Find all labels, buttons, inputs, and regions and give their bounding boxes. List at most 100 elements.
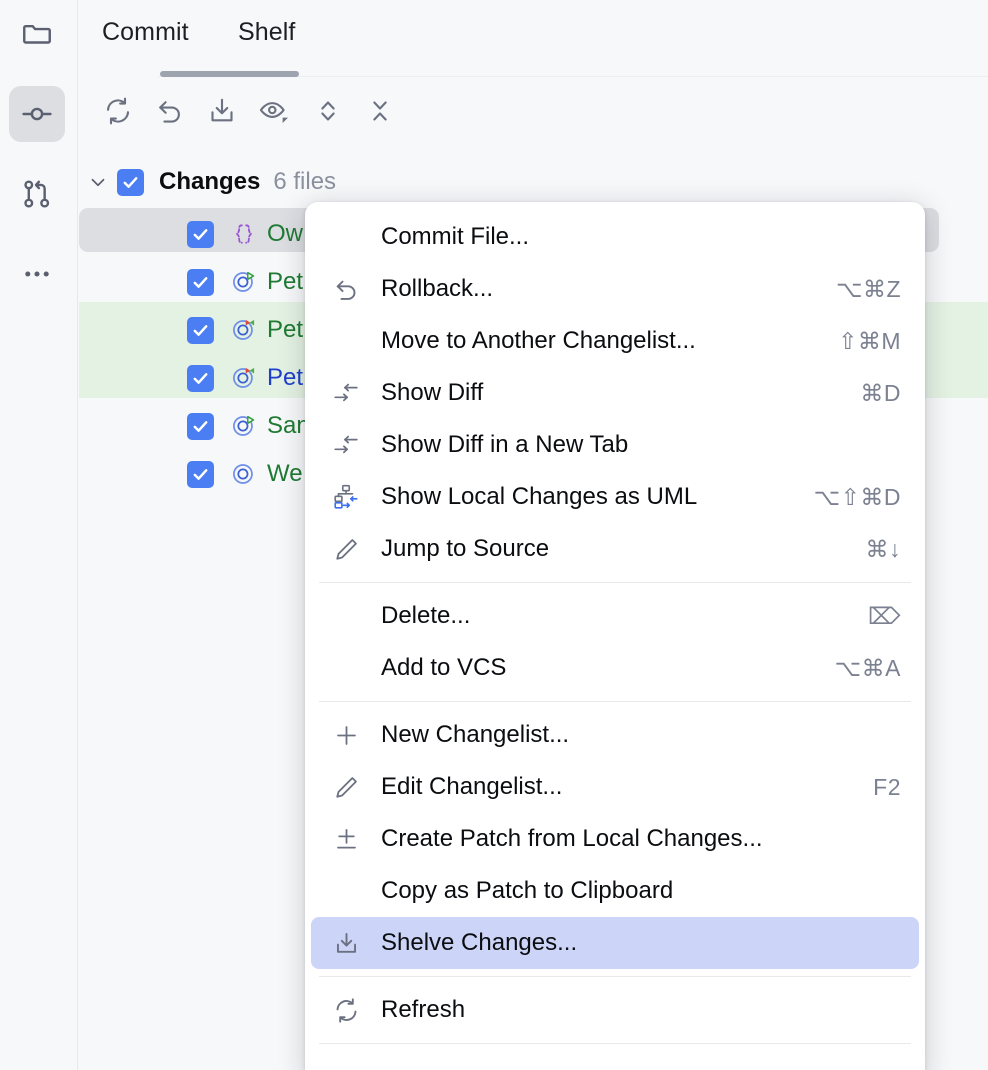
folder-icon [20, 17, 54, 51]
menu-item-shortcut: ⌘D [860, 379, 901, 406]
menu-copy-as-patch[interactable]: Copy as Patch to Clipboard [311, 865, 919, 917]
menu-item-label: Rollback... [381, 275, 494, 302]
menu-item-label: Refresh [381, 996, 466, 1023]
menu-move-to-another-changelist[interactable]: Move to Another Changelist... ⇧⌘M [311, 315, 919, 367]
patch-icon [325, 826, 367, 853]
menu-item-label: Shelve Changes... [381, 929, 578, 956]
diff-icon [325, 379, 367, 407]
tab-active-indicator [160, 71, 299, 77]
changes-root-label: Changes [159, 168, 261, 195]
shelve-silently-button[interactable] [199, 90, 245, 136]
chevron-down-icon[interactable] [79, 160, 117, 204]
menu-item-shortcut: ⇧⌘M [838, 327, 901, 354]
menu-item-label: Edit Changelist... [381, 773, 563, 800]
menu-item-label: Copy as Patch to Clipboard [381, 877, 674, 904]
file-checkbox[interactable] [187, 316, 214, 344]
refresh-changes-button[interactable] [95, 90, 141, 136]
menu-item-shortcut: ⌥⌘Z [835, 275, 901, 302]
menu-refresh[interactable]: Refresh [311, 984, 919, 1036]
menu-item-label: Move to Another Changelist... [381, 327, 696, 354]
menu-item-shortcut: ⌥⇧⌘D [813, 483, 901, 510]
rollback-button[interactable] [147, 90, 193, 136]
file-checkbox[interactable] [187, 268, 214, 296]
rail-item-pull-requests[interactable] [9, 166, 65, 222]
menu-separator-4 [319, 1043, 911, 1044]
menu-create-patch[interactable]: Create Patch from Local Changes... [311, 813, 919, 865]
refresh-icon [325, 997, 367, 1024]
pencil-icon [325, 774, 367, 801]
collapse-all-icon [365, 96, 395, 131]
menu-jump-to-source[interactable]: Jump to Source ⌘↓ [311, 523, 919, 575]
menu-item-label: New Changelist... [381, 721, 570, 748]
tab-shelf[interactable]: Shelf [238, 18, 295, 47]
menu-item-shortcut: ⌦ [867, 602, 901, 629]
menu-separator-3 [319, 976, 911, 977]
context-menu: Commit File... Rollback... ⌥⌘Z Move to A… [305, 202, 925, 1070]
menu-delete[interactable]: Delete... ⌦ [311, 590, 919, 642]
changes-root-node[interactable]: Changes 6 files [79, 160, 988, 204]
expand-collapse-button[interactable] [305, 90, 351, 136]
menu-separator-1 [319, 582, 911, 583]
changes-root-checkbox[interactable] [117, 168, 144, 196]
menu-commit-file[interactable]: Commit File... [311, 211, 919, 263]
menu-item-label: Show Diff in a New Tab [381, 431, 629, 458]
file-name: Pet [267, 364, 304, 391]
rail-item-commit[interactable] [9, 86, 65, 142]
plus-icon [325, 722, 367, 749]
menu-new-changelist[interactable]: New Changelist... [311, 709, 919, 761]
file-name: Pet [267, 268, 304, 295]
tab-commit[interactable]: Commit [102, 18, 189, 47]
pencil-icon [325, 536, 367, 563]
class-run-icon [227, 265, 261, 299]
class-modified-icon [227, 313, 261, 347]
menu-item-shortcut: ⌘↓ [865, 535, 901, 562]
menu-show-local-changes-as-uml[interactable]: Show Local Changes as UML ⌥⇧⌘D [311, 471, 919, 523]
menu-item-label: Show Diff [381, 379, 484, 406]
menu-item-label: Add to VCS [381, 654, 507, 681]
json-file-icon [227, 217, 261, 251]
file-checkbox[interactable] [187, 364, 214, 392]
changes-file-count: 6 files [273, 168, 337, 195]
uml-icon [325, 483, 367, 511]
rollback-icon [155, 96, 185, 131]
menu-add-to-vcs[interactable]: Add to VCS ⌥⌘A [311, 642, 919, 694]
class-modified-icon [227, 361, 261, 395]
menu-item-shortcut: F2 [873, 773, 901, 800]
menu-shelve-changes[interactable]: Shelve Changes... [311, 917, 919, 969]
class-icon [227, 457, 261, 491]
commit-toolbar [79, 78, 988, 148]
show-diff-preview-button[interactable] [251, 90, 297, 136]
menu-edit-changelist[interactable]: Edit Changelist... F2 [311, 761, 919, 813]
rail-item-more-tool-windows[interactable] [9, 246, 65, 302]
menu-item-shortcut: ⌥⌘A [834, 654, 901, 681]
rollback-icon [325, 276, 367, 303]
file-name: Pet [267, 316, 304, 343]
more-horizontal-icon [20, 257, 54, 291]
menu-rollback[interactable]: Rollback... ⌥⌘Z [311, 263, 919, 315]
file-name: Ow [267, 220, 303, 247]
eye-dropdown-icon [258, 95, 290, 132]
pull-request-icon [20, 177, 54, 211]
menu-separator-2 [319, 701, 911, 702]
menu-item-label: Show Local Changes as UML [381, 483, 698, 510]
file-checkbox[interactable] [187, 412, 214, 440]
tab-bar: Commit Shelf [79, 0, 988, 78]
shelve-icon [207, 96, 237, 131]
diff-icon [325, 431, 367, 459]
file-checkbox[interactable] [187, 220, 214, 248]
rail-item-project-files[interactable] [9, 6, 65, 62]
collapse-all-button[interactable] [357, 90, 403, 136]
menu-item-label: Jump to Source [381, 535, 550, 562]
refresh-icon [103, 96, 133, 131]
menu-item-label: Create Patch from Local Changes... [381, 825, 763, 852]
activity-rail [0, 0, 78, 1070]
menu-show-diff[interactable]: Show Diff ⌘D [311, 367, 919, 419]
file-name: San [267, 412, 310, 439]
menu-show-diff-new-tab[interactable]: Show Diff in a New Tab [311, 419, 919, 471]
shelve-icon [325, 930, 367, 957]
commit-tool-window: Commit Shelf Changes 6 files Ow Pet Pet … [0, 0, 988, 1070]
menu-item-label: Commit File... [381, 223, 530, 250]
expand-collapse-icon [313, 96, 343, 131]
class-run-icon [227, 409, 261, 443]
file-checkbox[interactable] [187, 460, 214, 488]
